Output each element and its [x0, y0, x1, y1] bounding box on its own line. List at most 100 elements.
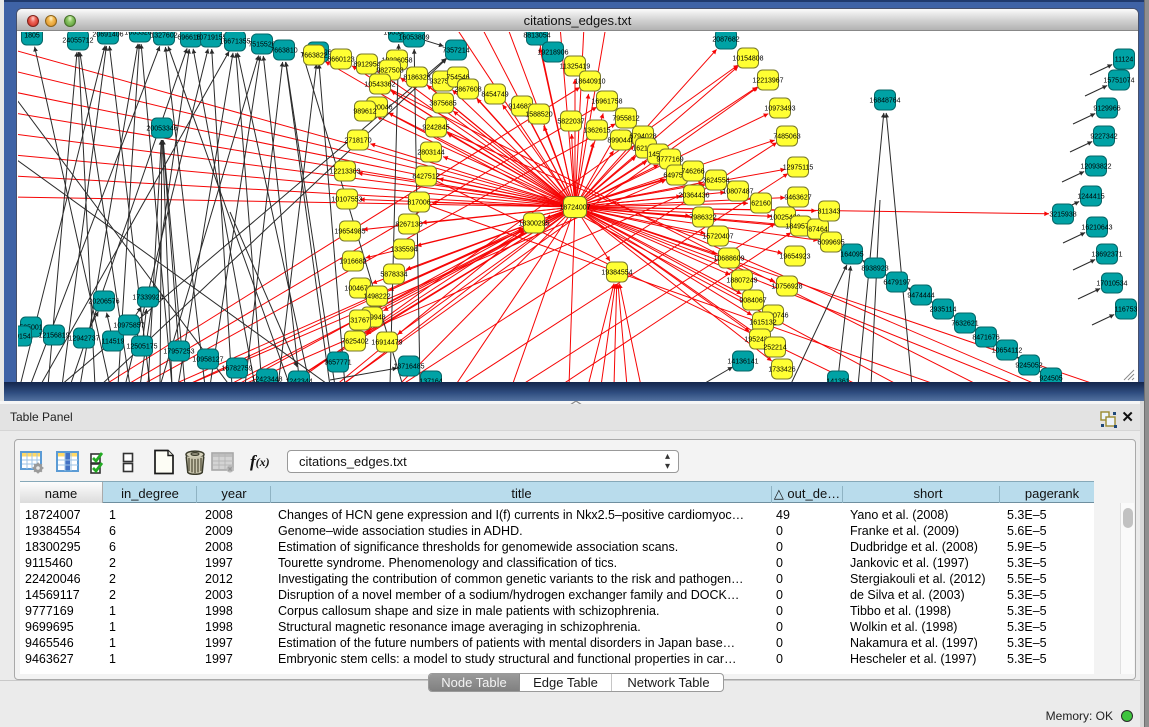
svg-text:18724007: 18724007: [559, 205, 590, 212]
svg-text:19654985: 19654985: [334, 229, 365, 236]
svg-text:16671355: 16671355: [219, 39, 250, 46]
svg-text:1805: 1805: [24, 33, 40, 40]
svg-text:7625402: 7625402: [341, 339, 368, 346]
svg-text:9474444: 9474444: [907, 293, 934, 300]
svg-text:31767: 31767: [350, 318, 370, 325]
svg-text:1498222: 1498222: [363, 294, 390, 301]
svg-text:6479197: 6479197: [883, 280, 910, 287]
svg-text:3624554: 3624554: [702, 178, 729, 185]
svg-text:13692371: 13692371: [1091, 252, 1122, 259]
svg-text:9245052: 9245052: [1015, 363, 1042, 370]
svg-text:9084067: 9084067: [739, 298, 766, 305]
svg-text:20053346: 20053346: [146, 126, 177, 133]
svg-text:1335594: 1335594: [390, 247, 417, 254]
svg-text:9129966: 9129966: [1093, 106, 1120, 113]
svg-text:17339924: 17339924: [132, 295, 163, 302]
svg-text:10107553: 10107553: [331, 197, 362, 204]
svg-text:12505175: 12505175: [126, 344, 157, 351]
svg-text:7357214: 7357214: [442, 48, 469, 55]
svg-text:5878334: 5878334: [380, 272, 407, 279]
svg-text:16210643: 16210643: [1081, 225, 1112, 232]
svg-text:7663822: 7663822: [300, 53, 327, 60]
svg-text:10756928: 10756928: [771, 284, 802, 291]
svg-text:6099695: 6099695: [817, 240, 844, 247]
svg-text:11124: 11124: [1115, 57, 1134, 64]
svg-text:12093822: 12093822: [1080, 164, 1111, 171]
svg-text:7485063: 7485063: [773, 134, 800, 141]
svg-text:3215938: 3215938: [1049, 212, 1076, 219]
svg-text:746266: 746266: [681, 169, 704, 176]
svg-text:19384554: 19384554: [601, 270, 632, 277]
svg-text:3875685: 3875685: [429, 101, 456, 108]
svg-text:17957253: 17957253: [163, 349, 194, 356]
svg-text:252214: 252214: [763, 345, 786, 352]
svg-text:5822037: 5822037: [557, 119, 584, 126]
svg-text:8454749: 8454749: [481, 92, 508, 99]
svg-text:15720407: 15720407: [702, 234, 733, 241]
svg-text:9827503: 9827503: [376, 68, 403, 75]
svg-text:1733426: 1733426: [768, 367, 795, 374]
svg-text:1615132: 1615132: [749, 320, 776, 327]
svg-text:2718170: 2718170: [344, 138, 371, 145]
svg-text:1327602: 1327602: [150, 33, 177, 40]
svg-text:16848764: 16848764: [869, 98, 900, 105]
svg-text:12213967: 12213967: [752, 78, 783, 85]
svg-text:2935114: 2935114: [930, 307, 957, 314]
svg-text:12213363: 12213363: [329, 169, 360, 176]
svg-text:9657771: 9657771: [324, 360, 351, 367]
svg-text:2087682: 2087682: [712, 37, 739, 44]
svg-text:12975115: 12975115: [783, 165, 814, 172]
svg-text:8427512: 8427512: [412, 174, 439, 181]
svg-text:18640910: 18640910: [574, 79, 605, 86]
svg-text:8267130: 8267130: [395, 222, 422, 229]
svg-text:10958127: 10958127: [192, 357, 223, 364]
svg-text:39154: 39154: [18, 334, 31, 341]
svg-text:8186328: 8186328: [403, 75, 430, 82]
svg-text:8471676: 8471676: [972, 335, 999, 342]
svg-text:18807249: 18807249: [726, 278, 757, 285]
svg-text:20691406: 20691406: [92, 32, 123, 39]
svg-text:24055712: 24055712: [62, 38, 93, 45]
svg-text:114519: 114519: [102, 339, 125, 346]
svg-text:1588520: 1588520: [525, 112, 552, 119]
svg-text:1362615: 1362615: [583, 128, 610, 135]
svg-text:7955812: 7955812: [612, 116, 639, 123]
svg-text:7663810: 7663810: [270, 48, 297, 55]
svg-text:116753: 116753: [1115, 307, 1137, 314]
svg-text:7986322: 7986322: [689, 215, 716, 222]
svg-text:8938923: 8938923: [861, 266, 888, 273]
svg-text:20364436: 20364436: [678, 193, 709, 200]
svg-text:9227342: 9227342: [1090, 134, 1117, 141]
svg-text:8813054: 8813054: [523, 33, 550, 40]
svg-text:19654923: 19654923: [779, 254, 810, 261]
svg-text:8660123: 8660123: [327, 57, 354, 64]
svg-text:817006: 817006: [407, 200, 430, 207]
svg-text:164095: 164095: [840, 252, 863, 259]
svg-text:17010534: 17010534: [1096, 281, 1127, 288]
svg-text:16782759: 16782759: [221, 366, 252, 373]
svg-text:18300295: 18300295: [518, 221, 549, 228]
svg-text:10543362: 10543362: [364, 82, 395, 89]
svg-text:16914479: 16914479: [371, 340, 402, 347]
svg-text:20206576: 20206576: [88, 299, 119, 306]
svg-text:19218906: 19218906: [537, 50, 568, 57]
svg-text:9777169: 9777169: [656, 157, 683, 164]
svg-text:311343: 311343: [818, 209, 841, 216]
svg-text:62160: 62160: [751, 201, 771, 208]
svg-text:10154808: 10154808: [732, 56, 763, 63]
svg-text:2867608: 2867608: [454, 87, 481, 94]
svg-text:10807487: 10807487: [722, 189, 753, 196]
svg-text:16961758: 16961758: [591, 99, 622, 106]
svg-text:1244415: 1244415: [1077, 194, 1104, 201]
svg-text:10654112: 10654112: [992, 348, 1023, 355]
svg-text:10975857: 10975857: [113, 323, 144, 330]
svg-text:1916682: 1916682: [339, 259, 366, 266]
svg-text:10973493: 10973493: [764, 106, 795, 113]
svg-text:2803144: 2803144: [417, 150, 444, 157]
svg-text:12942737: 12942737: [68, 336, 99, 343]
svg-text:11325419: 11325419: [560, 64, 591, 71]
svg-text:15751074: 15751074: [1103, 78, 1134, 85]
svg-text:14136141: 14136141: [727, 359, 758, 366]
svg-text:10688609: 10688609: [713, 256, 744, 263]
svg-text:989612: 989612: [353, 109, 376, 116]
